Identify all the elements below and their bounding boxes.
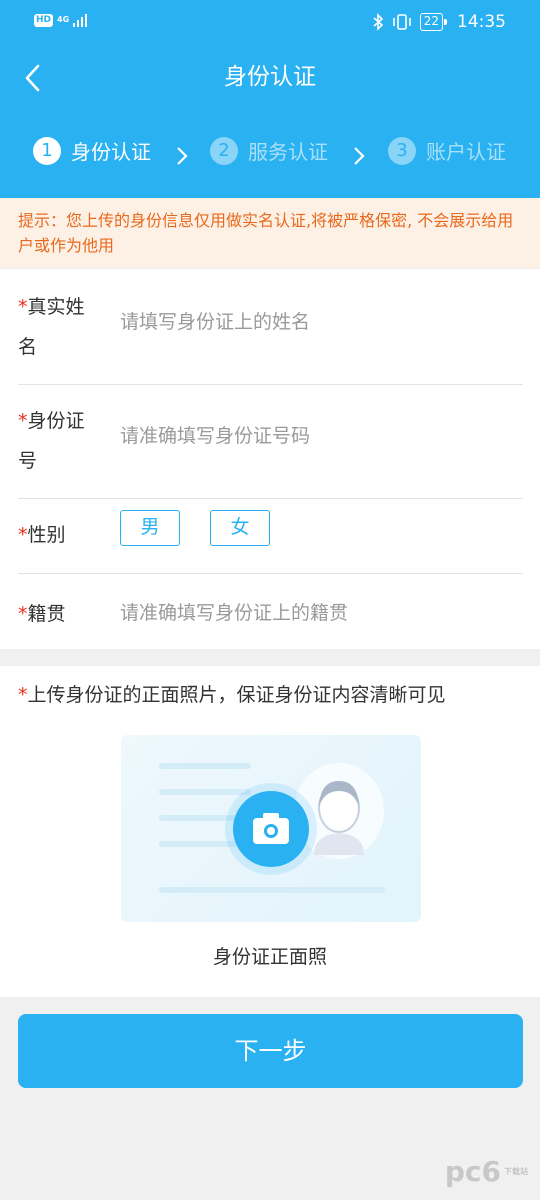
- gender-label: *性别: [18, 524, 66, 546]
- step-number: 1: [33, 136, 61, 165]
- gender-male-button[interactable]: 男: [120, 510, 180, 546]
- id-card-upload-area[interactable]: [121, 735, 421, 922]
- bluetooth-icon: [373, 13, 383, 31]
- gender-female-button[interactable]: 女: [210, 510, 270, 546]
- gender-row: *性别 男 女: [18, 499, 523, 574]
- native-place-row: *籍贯: [18, 574, 523, 649]
- battery-indicator: 22: [419, 13, 448, 31]
- camera-button[interactable]: [233, 791, 309, 867]
- chevron-right-icon: [354, 147, 365, 165]
- clock: 14:35: [457, 12, 506, 32]
- next-step-button[interactable]: 下一步: [18, 1014, 523, 1088]
- step-number: 2: [210, 136, 238, 165]
- card-line: [159, 887, 385, 893]
- step-3: 3 账户认证: [388, 136, 506, 165]
- status-right: 22 14:35: [372, 12, 506, 32]
- header: HD 4G 22 14:35 身份认证 1 身份认证 2 服务认证 3 账户认证: [0, 0, 540, 198]
- signal-icon: [73, 13, 88, 27]
- identity-form: *真实姓名 *身份证号 *性别 男 女 *籍贯: [0, 269, 540, 649]
- hd-badge: HD: [34, 13, 54, 27]
- status-bar: HD 4G 22 14:35: [0, 0, 540, 46]
- id-upload-section: *上传身份证的正面照片，保证身份证内容清晰可见 身份证正面照: [0, 666, 540, 997]
- name-label: *真实姓名: [18, 296, 85, 358]
- watermark-logo: pc6: [444, 1155, 501, 1188]
- vibrate-icon: [392, 14, 411, 30]
- watermark: pc6 下载站: [445, 1155, 528, 1188]
- privacy-notice: 提示：您上传的身份信息仅用做实名认证,将被严格保密, 不会展示给用户或作为他用: [0, 198, 540, 268]
- chevron-right-icon: [177, 147, 188, 165]
- step-label: 账户认证: [426, 140, 506, 164]
- step-indicator: 1 身份认证 2 服务认证 3 账户认证: [0, 136, 540, 176]
- id-number-input[interactable]: [120, 425, 500, 447]
- upload-caption: 身份证正面照: [212, 946, 327, 968]
- step-label: 服务认证: [248, 140, 328, 164]
- native-place-label: *籍贯: [18, 603, 66, 625]
- step-1: 1 身份认证: [33, 136, 151, 165]
- camera-icon: [253, 813, 289, 844]
- status-left: HD 4G: [34, 13, 88, 27]
- upload-title: *上传身份证的正面照片，保证身份证内容清晰可见: [18, 684, 446, 706]
- card-line: [159, 763, 251, 769]
- name-row: *真实姓名: [18, 269, 523, 385]
- step-label: 身份认证: [71, 140, 151, 164]
- watermark-sub: 下载站: [504, 1166, 528, 1176]
- id-number-label: *身份证号: [18, 410, 85, 472]
- step-2: 2 服务认证: [210, 136, 328, 165]
- network-type: 4G: [57, 15, 70, 24]
- page-title: 身份认证: [224, 64, 316, 90]
- card-line: [159, 815, 239, 821]
- native-place-input[interactable]: [120, 602, 500, 624]
- step-number: 3: [388, 136, 416, 165]
- card-line: [159, 841, 239, 847]
- name-input[interactable]: [120, 311, 500, 333]
- id-number-row: *身份证号: [18, 385, 523, 499]
